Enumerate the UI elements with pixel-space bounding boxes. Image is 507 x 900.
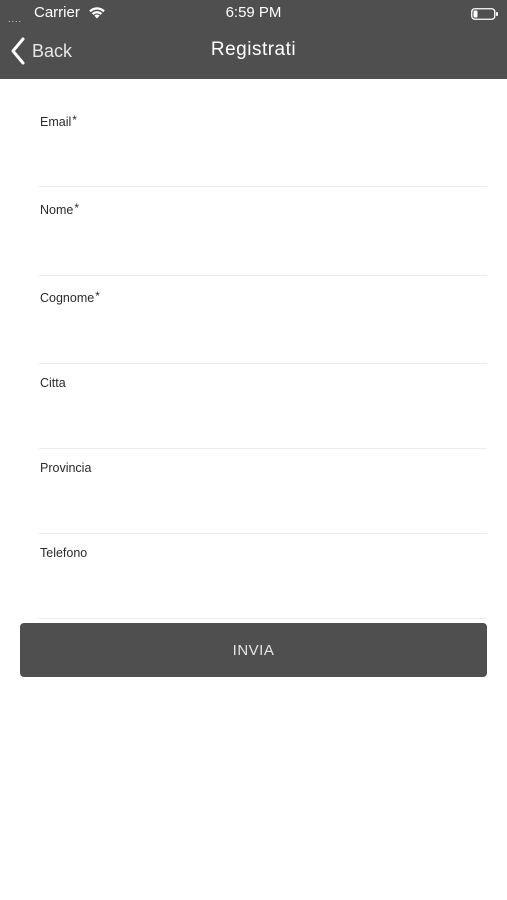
top-bar: .... Carrier 6:59 PM Back Registrati (0, 0, 507, 79)
nome-field-group: Nome* (39, 201, 487, 276)
status-time: 6:59 PM (225, 4, 282, 21)
navigation-bar: Back Registrati (0, 26, 507, 79)
required-mark: * (74, 201, 80, 215)
page-title: Registrati (210, 39, 297, 60)
submit-button[interactable]: INVIA (20, 623, 487, 677)
cognome-label: Cognome* (40, 289, 100, 305)
telefono-field-group: Telefono (39, 546, 487, 619)
citta-field[interactable] (39, 416, 487, 442)
email-label: Email* (40, 113, 77, 129)
nome-field[interactable] (39, 243, 487, 269)
cognome-field-group: Cognome* (39, 289, 487, 364)
provincia-label: Provincia (40, 461, 92, 475)
required-mark: * (72, 113, 77, 127)
registration-screen: .... Carrier 6:59 PM Back Registrati Ema… (0, 0, 507, 900)
status-bar: .... Carrier 6:59 PM (0, 0, 507, 26)
email-field[interactable] (39, 154, 487, 180)
telefono-label: Telefono (40, 546, 88, 560)
required-mark: * (95, 289, 100, 303)
provincia-field[interactable] (39, 501, 487, 527)
email-field-group: Email* (39, 113, 487, 187)
nome-label: Nome* (40, 201, 80, 217)
citta-label: Citta (40, 376, 66, 390)
cognome-field[interactable] (39, 331, 487, 357)
citta-field-group: Citta (39, 376, 487, 449)
telefono-field[interactable] (39, 586, 487, 612)
battery-icon (471, 7, 499, 20)
provincia-field-group: Provincia (39, 461, 487, 534)
